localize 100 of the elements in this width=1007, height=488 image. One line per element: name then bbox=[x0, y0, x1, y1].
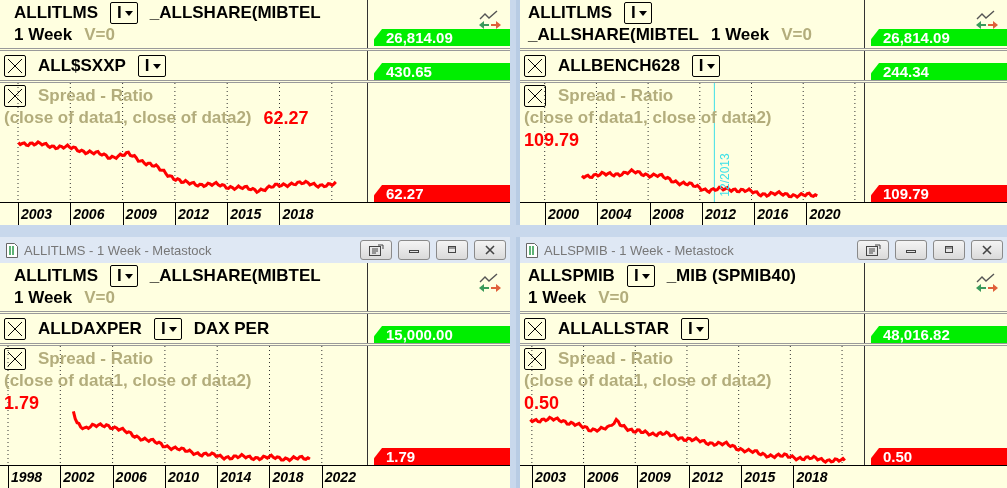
dropdown-button[interactable]: I bbox=[691, 55, 720, 77]
close-icon bbox=[979, 244, 995, 256]
price-tag: 48,016.82 bbox=[871, 326, 1007, 343]
indicator-value: 62.27 bbox=[263, 107, 309, 129]
year-label: 2006 bbox=[112, 466, 165, 488]
value-tag: 1.79 bbox=[374, 448, 510, 465]
symbol-label: ALLBENCH628 bbox=[558, 56, 680, 76]
year-label: 2006 bbox=[70, 203, 123, 225]
symbol-label: ALL$SXXP bbox=[38, 56, 126, 76]
cross-icon bbox=[6, 350, 24, 368]
volume-label: V=0 bbox=[781, 25, 812, 45]
indicator-title: (close of data1, close of data2) bbox=[524, 371, 772, 391]
year-label: 2012 bbox=[688, 466, 742, 488]
chart-arrows-icon[interactable] bbox=[975, 10, 999, 30]
close-box-button[interactable] bbox=[524, 348, 546, 370]
interval-label: 1 Week bbox=[14, 25, 73, 45]
year-label: 2010 bbox=[164, 466, 218, 488]
year-label: 2022 bbox=[321, 466, 375, 488]
symbol-label: ALLALLSTAR bbox=[558, 319, 670, 339]
value-tag: 109.79 bbox=[871, 185, 1007, 202]
close-button[interactable] bbox=[971, 240, 1003, 260]
close-icon bbox=[482, 244, 498, 256]
cross-icon bbox=[526, 87, 544, 105]
interval-label: 1 Week bbox=[528, 288, 587, 308]
close-box-button[interactable] bbox=[4, 318, 26, 340]
symbol-label: ALLITLMS bbox=[528, 3, 613, 23]
instrument-name: _ALLSHARE(MIBTEL bbox=[149, 3, 321, 23]
year-label: 2015 bbox=[741, 466, 794, 488]
year-label: 2009 bbox=[122, 203, 175, 225]
year-label: 1998 bbox=[8, 466, 61, 488]
indicator-value: 109.79 bbox=[524, 129, 580, 151]
price-tag: 26,814.09 bbox=[374, 29, 510, 46]
instrument-name: _ALLSHARE(MIBTEL bbox=[149, 266, 321, 286]
pop-out-icon bbox=[865, 244, 881, 256]
year-label: 2006 bbox=[584, 466, 637, 488]
chart-arrows-icon[interactable] bbox=[478, 10, 502, 30]
caret-icon bbox=[151, 62, 162, 70]
window-title: ALLITLMS - 1 Week - Metastock bbox=[24, 242, 212, 258]
close-box-button[interactable] bbox=[524, 318, 546, 340]
year-label: 2018 bbox=[269, 466, 322, 488]
value-tag: 62.27 bbox=[374, 185, 510, 202]
instrument-name: DAX PER bbox=[193, 319, 270, 339]
dropdown-button[interactable]: I bbox=[137, 55, 166, 77]
year-label: 2002 bbox=[60, 466, 113, 488]
price-tag: 430.65 bbox=[374, 63, 510, 80]
close-box-button[interactable] bbox=[524, 85, 546, 107]
indicator-title: (close of data1, close of data2) bbox=[4, 108, 252, 128]
chart-arrows-icon[interactable] bbox=[478, 273, 502, 293]
price-tag: 26,814.09 bbox=[871, 29, 1007, 46]
close-box-button[interactable] bbox=[4, 348, 26, 370]
year-label: 2004 bbox=[597, 203, 650, 225]
dropdown-button[interactable]: I bbox=[153, 318, 182, 340]
minimize-button[interactable] bbox=[895, 240, 927, 260]
document-icon bbox=[526, 242, 538, 258]
year-label: 2003 bbox=[18, 203, 71, 225]
window-title: ALLSPMIB - 1 Week - Metastock bbox=[544, 242, 734, 258]
year-label: 2016 bbox=[754, 203, 807, 225]
symbol-label: ALLDAXPER bbox=[38, 319, 142, 339]
dropdown-button[interactable]: I bbox=[110, 265, 138, 287]
volume-label: V=0 bbox=[598, 288, 629, 308]
document-icon bbox=[6, 242, 18, 258]
dropdown-button[interactable]: I bbox=[626, 265, 655, 287]
year-label: 2012 bbox=[701, 203, 755, 225]
volume-label: V=0 bbox=[84, 288, 115, 308]
cross-icon bbox=[6, 57, 24, 75]
indicator-title: (close of data1, close of data2) bbox=[4, 371, 252, 391]
close-box-button[interactable] bbox=[4, 55, 26, 77]
cross-icon bbox=[526, 57, 544, 75]
volume-label: V=0 bbox=[84, 25, 115, 45]
year-label: 2003 bbox=[532, 466, 585, 488]
year-label: 2000 bbox=[545, 203, 598, 225]
caret-icon bbox=[637, 9, 648, 17]
instrument-name: _ALLSHARE(MIBTEL bbox=[528, 25, 699, 45]
maximize-button[interactable] bbox=[436, 240, 468, 260]
symbol-label: ALLITLMS bbox=[14, 266, 99, 286]
maximize-button[interactable] bbox=[933, 240, 965, 260]
caret-icon bbox=[705, 62, 716, 70]
cross-icon bbox=[6, 87, 24, 105]
indicator-title: Spread - Ratio bbox=[38, 349, 154, 369]
indicator-value: 0.50 bbox=[524, 392, 560, 414]
close-box-button[interactable] bbox=[4, 85, 26, 107]
indicator-title: Spread - Ratio bbox=[558, 349, 674, 369]
year-label: 2009 bbox=[636, 466, 689, 488]
date-marker-label: 12/2013 bbox=[717, 153, 732, 197]
dropdown-button[interactable]: I bbox=[624, 2, 652, 24]
caret-icon bbox=[123, 9, 134, 17]
caret-icon bbox=[123, 272, 134, 280]
minimize-button[interactable] bbox=[398, 240, 430, 260]
dropdown-button[interactable]: I bbox=[681, 318, 709, 340]
close-button[interactable] bbox=[474, 240, 506, 260]
dropdown-button[interactable]: I bbox=[110, 2, 138, 24]
value-tag: 0.50 bbox=[871, 448, 1007, 465]
interval-label: 1 Week bbox=[14, 288, 73, 308]
pop-out-button[interactable] bbox=[857, 240, 889, 260]
close-box-button[interactable] bbox=[524, 55, 546, 77]
year-label: 2012 bbox=[174, 203, 228, 225]
instrument-name: _MIB (SPMIB40) bbox=[666, 266, 797, 286]
caret-icon bbox=[167, 325, 178, 333]
chart-arrows-icon[interactable] bbox=[975, 273, 999, 293]
pop-out-button[interactable] bbox=[360, 240, 392, 260]
